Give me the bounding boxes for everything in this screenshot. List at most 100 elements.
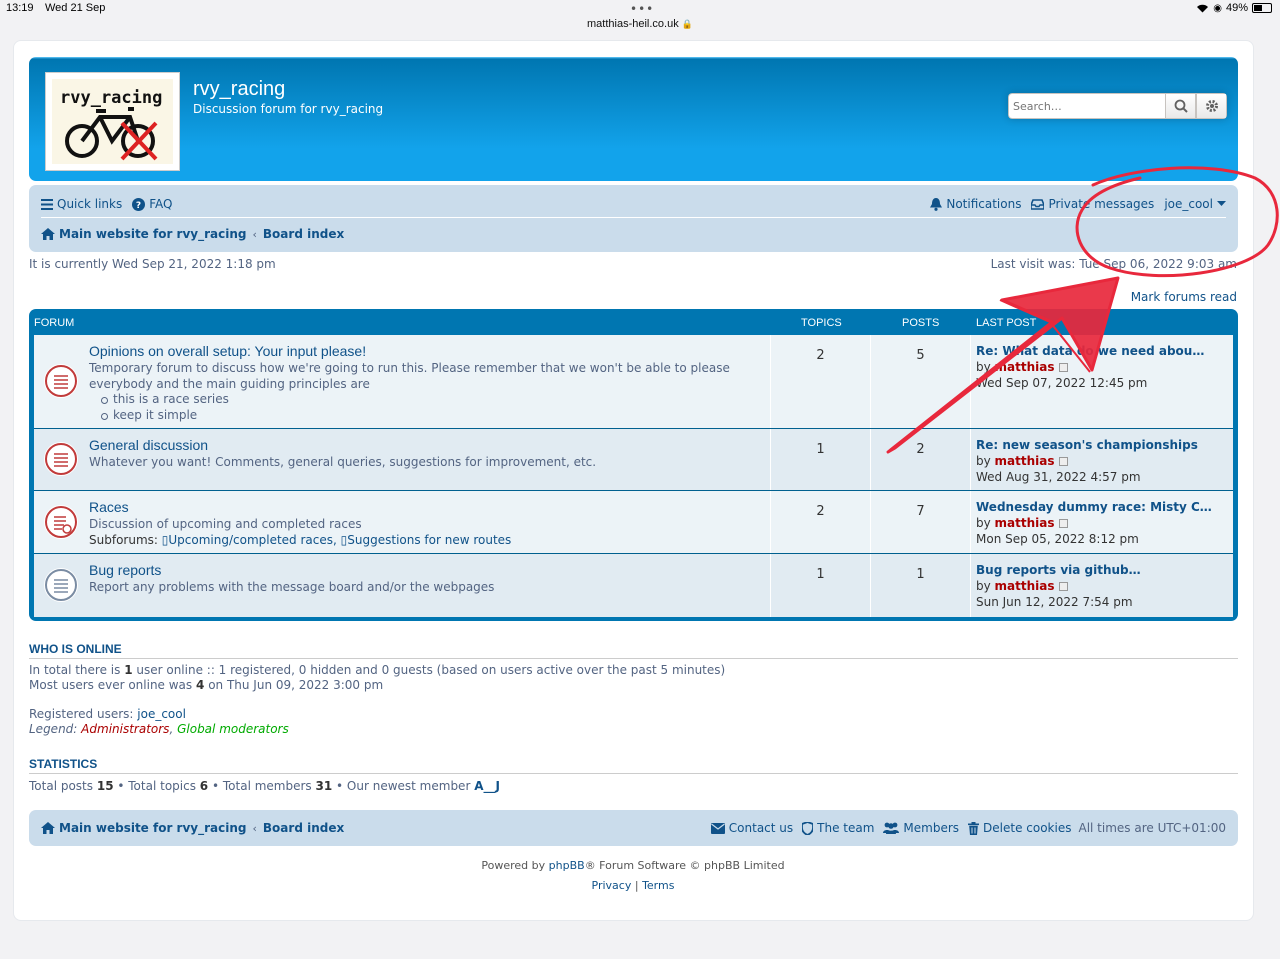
terms-link[interactable]: Terms — [642, 879, 674, 892]
stat-posts: 15 — [96, 779, 114, 793]
last-post-user[interactable]: matthias — [995, 579, 1055, 593]
last-post-user[interactable]: matthias — [995, 516, 1055, 530]
last-post-title[interactable]: Re: What data do we need abou… — [976, 344, 1204, 358]
private-messages-link[interactable]: Private messages — [1031, 197, 1154, 211]
subforum-link[interactable]: Suggestions for new routes — [347, 533, 511, 547]
view-post-icon[interactable] — [1058, 582, 1068, 591]
faq-label: FAQ — [149, 197, 173, 211]
home-icon — [41, 822, 55, 834]
bullet-item: this is a race series — [99, 391, 229, 407]
crumb-main-label: Main website for rvy_racing — [59, 227, 247, 241]
legend-global-moderators[interactable]: Global moderators — [177, 722, 289, 736]
advanced-search-button[interactable] — [1196, 93, 1227, 119]
legend-label: Legend: — [29, 722, 78, 736]
question-circle-icon: ? — [132, 197, 146, 211]
crumb-board-index[interactable]: Board index — [263, 227, 344, 241]
faq-link[interactable]: ? FAQ — [132, 197, 172, 211]
current-time: It is currently Wed Sep 21, 2022 1:18 pm — [29, 257, 276, 271]
mark-forums-read-link[interactable]: Mark forums read — [1131, 290, 1237, 304]
view-post-icon[interactable] — [1058, 519, 1068, 528]
legend-administrators[interactable]: Administrators — [81, 722, 169, 736]
by-label: by — [976, 454, 991, 468]
more-dots-icon[interactable]: ••• — [630, 2, 654, 16]
notifications-link[interactable]: Notifications — [930, 197, 1021, 211]
subforums-label: Subforums: — [89, 533, 158, 547]
powered-text-a: Powered by — [481, 859, 546, 872]
forum-read-icon — [44, 364, 78, 398]
private-messages-label: Private messages — [1048, 197, 1155, 211]
posts-count: 7 — [916, 504, 925, 519]
last-post-date: Wed Sep 07, 2022 12:45 pm — [976, 376, 1148, 390]
privacy-link[interactable]: Privacy — [592, 879, 632, 892]
last-post-title[interactable]: Wednesday dummy race: Misty C… — [976, 500, 1212, 514]
crumb-main-website[interactable]: Main website for rvy_racing — [41, 227, 247, 241]
forum-description: Whatever you want! Comments, general que… — [89, 455, 597, 469]
last-post-title[interactable]: Bug reports via github… — [976, 563, 1141, 577]
forum-read-icon — [44, 568, 78, 602]
section-divider — [29, 658, 1238, 659]
footer-crumb-main-label: Main website for rvy_racing — [59, 821, 247, 835]
forum-title[interactable]: Bug reports — [89, 562, 161, 578]
footer-separator: | — [634, 879, 639, 892]
forum-title[interactable]: Races — [89, 499, 129, 515]
col-topics: TOPICS — [801, 317, 842, 329]
last-post-date: Sun Jun 12, 2022 7:54 pm — [976, 595, 1133, 609]
last-post-date: Mon Sep 05, 2022 8:12 pm — [976, 532, 1139, 546]
forum-subforum-icon — [44, 505, 78, 539]
phpbb-link[interactable]: phpBB — [549, 859, 585, 872]
search-input[interactable] — [1008, 93, 1166, 119]
delete-cookies-label: Delete cookies — [983, 821, 1072, 835]
bullet-item: keep it simple — [99, 407, 229, 423]
forum-title[interactable]: Opinions on overall setup: Your input pl… — [89, 343, 366, 359]
site-title[interactable]: rvy_racing — [193, 78, 285, 101]
search-button[interactable] — [1165, 93, 1197, 119]
online-text-a: In total there is — [29, 663, 121, 677]
last-post-date: Wed Aug 31, 2022 4:57 pm — [976, 470, 1141, 484]
footer-crumb-main-website[interactable]: Main website for rvy_racing — [41, 821, 247, 835]
battery-icon — [1252, 3, 1272, 13]
trash-icon — [968, 821, 980, 835]
contact-us-link[interactable]: Contact us — [710, 821, 793, 835]
forum-row: Races Discussion of upcoming and complet… — [34, 491, 1233, 554]
col-posts: POSTS — [902, 317, 940, 329]
last-post-user[interactable]: matthias — [995, 454, 1055, 468]
forum-description: Temporary forum to discuss how we're goi… — [89, 361, 730, 375]
stat-posts-label: Total posts — [29, 779, 94, 793]
header-bar — [29, 57, 1238, 181]
footer-navbar: Main website for rvy_racing ‹ Board inde… — [29, 810, 1238, 846]
newest-member-link[interactable]: A__J — [474, 779, 500, 793]
forum-title[interactable]: General discussion — [89, 437, 208, 453]
search-box — [1008, 93, 1227, 119]
last-post-user[interactable]: matthias — [995, 360, 1055, 374]
forum-bullets: this is a race series keep it simple — [99, 391, 229, 423]
envelope-icon — [710, 822, 725, 834]
view-post-icon[interactable] — [1058, 363, 1068, 372]
site-logo[interactable]: rvy_racing — [45, 72, 180, 171]
svg-text:?: ? — [136, 201, 141, 211]
footer-crumb-board-index[interactable]: Board index — [263, 821, 344, 835]
section-divider — [29, 773, 1238, 774]
wifi-icon — [1197, 4, 1209, 13]
quick-links-menu[interactable]: Quick links — [41, 197, 122, 211]
svg-text:rvy_racing: rvy_racing — [60, 88, 162, 108]
view-post-icon[interactable] — [1058, 457, 1068, 466]
subforum-link[interactable]: Upcoming/completed races, — [168, 533, 336, 547]
forum-list-header: FORUM TOPICS POSTS LAST POST — [34, 309, 1233, 335]
the-team-link[interactable]: The team — [802, 821, 874, 835]
delete-cookies-link[interactable]: Delete cookies — [968, 821, 1071, 835]
members-link[interactable]: Members — [883, 821, 959, 835]
forum-row: Bug reports Report any problems with the… — [34, 554, 1233, 617]
user-menu[interactable]: joe_cool — [1164, 197, 1226, 211]
last-visit: Last visit was: Tue Sep 06, 2022 9:03 am — [990, 257, 1237, 271]
address-bar[interactable]: matthias-heil.co.uk 🔒 — [0, 18, 1280, 30]
topics-count: 1 — [816, 442, 825, 457]
lock-icon: 🔒 — [681, 19, 693, 29]
last-post-title[interactable]: Re: new season's championships — [976, 438, 1198, 452]
username-label: joe_cool — [1164, 197, 1213, 211]
crumb-separator-icon: ‹ — [252, 821, 257, 835]
registered-user-link[interactable]: joe_cool — [137, 707, 186, 721]
bell-icon — [930, 197, 943, 211]
who-online-title[interactable]: WHO IS ONLINE — [29, 642, 122, 656]
users-icon — [883, 822, 900, 834]
topics-count: 1 — [816, 567, 825, 582]
